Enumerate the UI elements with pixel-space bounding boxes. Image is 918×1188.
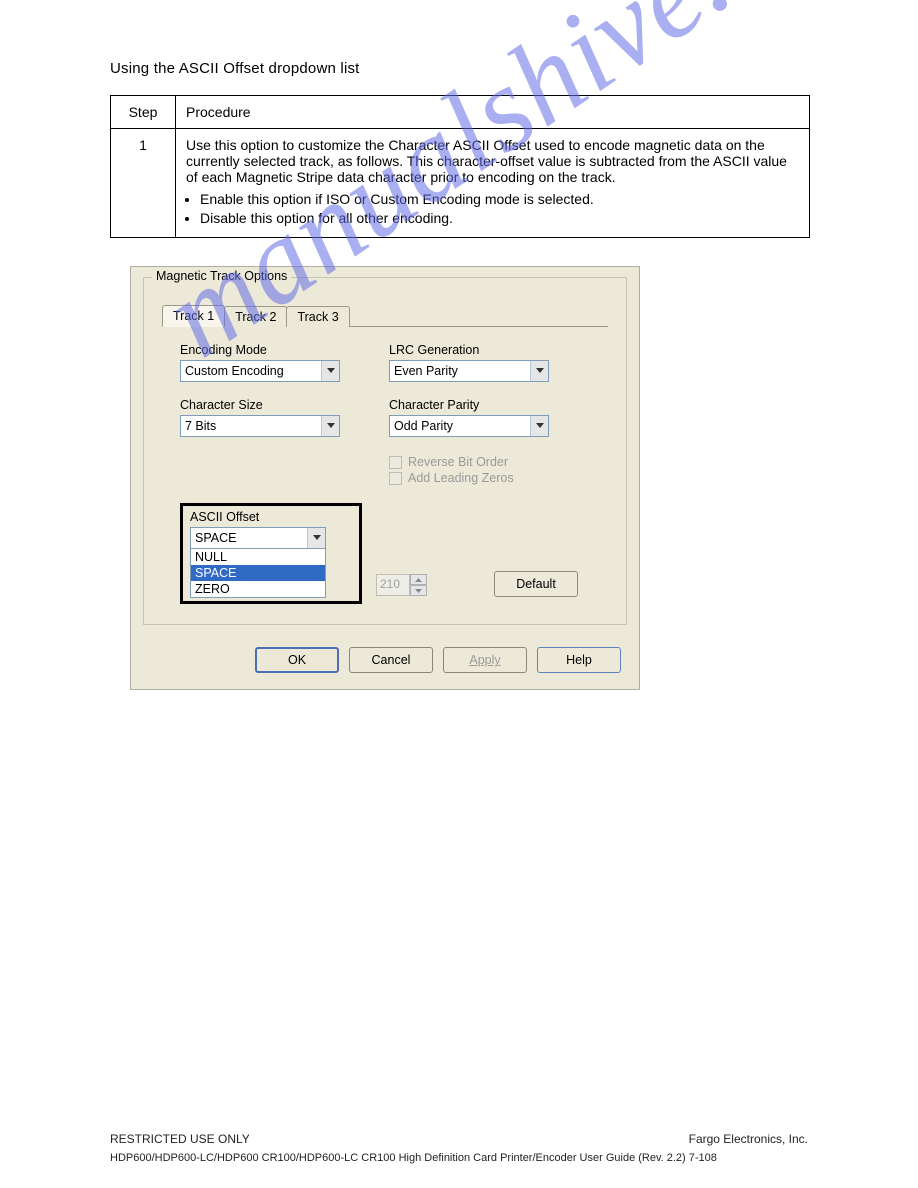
reverse-bit-order-row: Reverse Bit Order xyxy=(389,455,589,469)
header-step: Step xyxy=(111,96,176,129)
character-parity-combo[interactable]: Odd Parity xyxy=(389,415,549,437)
lrc-generation-value: Even Parity xyxy=(390,361,530,381)
ascii-offset-combo[interactable]: SPACE xyxy=(190,527,326,549)
character-parity-field: Character Parity Odd Parity xyxy=(389,398,589,437)
reverse-bit-order-label: Reverse Bit Order xyxy=(408,455,508,469)
magnetic-track-group: Magnetic Track Options Track 1 Track 2 T… xyxy=(143,277,627,625)
ascii-offset-option-null[interactable]: NULL xyxy=(191,549,325,565)
add-leading-zeros-row: Add Leading Zeros xyxy=(389,471,589,485)
doc-id-line: HDP600/HDP600-LC/HDP600 CR100/HDP600-LC … xyxy=(110,1152,717,1164)
lrc-generation-combo[interactable]: Even Parity xyxy=(389,360,549,382)
tabs-row: Track 1 Track 2 Track 3 xyxy=(162,302,612,326)
bit-density-value: 210 xyxy=(376,574,410,596)
default-button[interactable]: Default xyxy=(494,571,578,597)
ascii-offset-dropdown-list[interactable]: NULL SPACE ZERO xyxy=(190,549,326,598)
encoding-mode-combo[interactable]: Custom Encoding xyxy=(180,360,340,382)
lrc-generation-field: LRC Generation Even Parity xyxy=(389,343,589,382)
tab-track-3[interactable]: Track 3 xyxy=(286,306,349,327)
page-title: Using the ASCII Offset dropdown list xyxy=(110,60,838,77)
lrc-generation-label: LRC Generation xyxy=(389,343,589,357)
cancel-button[interactable]: Cancel xyxy=(349,647,433,673)
dialog-button-row: OK Cancel Apply Help xyxy=(131,633,639,689)
group-legend: Magnetic Track Options xyxy=(152,269,291,283)
ascii-offset-highlight: ASCII Offset SPACE NULL SPACE ZERO xyxy=(180,503,362,604)
add-leading-zeros-checkbox xyxy=(389,472,402,485)
ascii-offset-value: SPACE xyxy=(191,528,307,548)
ok-button[interactable]: OK xyxy=(255,647,339,673)
procedure-bullet: Enable this option if ISO or Custom Enco… xyxy=(200,191,799,207)
character-size-value: 7 Bits xyxy=(181,416,321,436)
header-procedure: Procedure xyxy=(176,96,810,129)
reverse-bit-order-checkbox xyxy=(389,456,402,469)
character-size-label: Character Size xyxy=(180,398,365,412)
bit-density-spinner: 210 xyxy=(376,574,427,596)
cell-procedure: Use this option to customize the Charact… xyxy=(176,129,810,238)
encoding-mode-field: Encoding Mode Custom Encoding xyxy=(180,343,365,382)
chevron-down-icon[interactable] xyxy=(321,361,339,381)
ascii-offset-option-zero[interactable]: ZERO xyxy=(191,581,325,597)
help-button[interactable]: Help xyxy=(537,647,621,673)
footer-left: RESTRICTED USE ONLY xyxy=(110,1132,250,1146)
cell-step: 1 xyxy=(111,129,176,238)
character-parity-label: Character Parity xyxy=(389,398,589,412)
character-size-field: Character Size 7 Bits xyxy=(180,398,365,437)
apply-button: Apply xyxy=(443,647,527,673)
disabled-checks: Reverse Bit Order Add Leading Zeros xyxy=(389,453,589,487)
procedure-table: Step Procedure 1 Use this option to cust… xyxy=(110,95,810,238)
footer-right: Fargo Electronics, Inc. xyxy=(689,1132,808,1146)
encoding-mode-label: Encoding Mode xyxy=(180,343,365,357)
table-header-row: Step Procedure xyxy=(111,96,810,129)
table-row: 1 Use this option to customize the Chara… xyxy=(111,129,810,238)
chevron-down-icon[interactable] xyxy=(530,361,548,381)
chevron-down-icon[interactable] xyxy=(307,528,325,548)
tab-track-1[interactable]: Track 1 xyxy=(162,305,225,327)
ascii-offset-label: ASCII Offset xyxy=(190,510,352,524)
tab-track-2[interactable]: Track 2 xyxy=(224,306,287,327)
ascii-offset-option-space[interactable]: SPACE xyxy=(191,565,325,581)
add-leading-zeros-label: Add Leading Zeros xyxy=(408,471,514,485)
magnetic-track-dialog: Magnetic Track Options Track 1 Track 2 T… xyxy=(130,266,640,690)
encoding-mode-value: Custom Encoding xyxy=(181,361,321,381)
spinner-up-icon xyxy=(410,574,427,585)
chevron-down-icon[interactable] xyxy=(530,416,548,436)
character-parity-value: Odd Parity xyxy=(390,416,530,436)
procedure-bullet: Disable this option for all other encodi… xyxy=(200,210,799,226)
character-size-combo[interactable]: 7 Bits xyxy=(180,415,340,437)
spinner-down-icon xyxy=(410,585,427,596)
procedure-intro: Use this option to customize the Charact… xyxy=(186,137,787,185)
chevron-down-icon[interactable] xyxy=(321,416,339,436)
